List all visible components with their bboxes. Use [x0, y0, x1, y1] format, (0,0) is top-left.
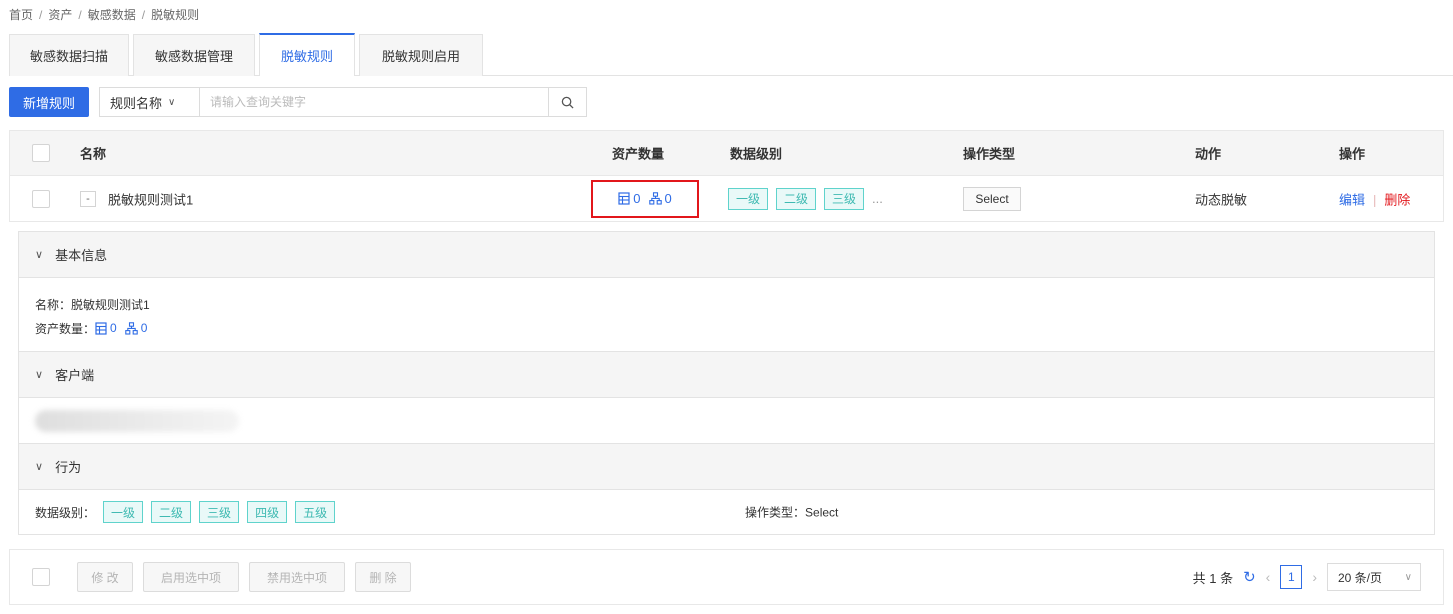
- behavior-op-type: 操作类型：Select: [745, 505, 839, 520]
- chevron-down-icon: ∨: [168, 96, 176, 108]
- chevron-down-icon: ∨: [35, 369, 44, 381]
- table-footer: 修 改 启用选中项 禁用选中项 删 除 共 1 条 ↻ ‹ 1 › 20 条/页…: [9, 549, 1444, 605]
- select-all-checkbox[interactable]: [32, 144, 50, 162]
- search-box: 规则名称 ∨: [99, 87, 587, 117]
- tab-bar: 敏感数据扫描 敏感数据管理 脱敏规则 脱敏规则启用: [9, 32, 1453, 76]
- footer-select-all-checkbox[interactable]: [32, 568, 50, 586]
- breadcrumb-current: 脱敏规则: [151, 8, 200, 22]
- batch-delete-button[interactable]: 删 除: [355, 562, 411, 592]
- rules-table: 名称 资产数量 数据级别 操作类型 动作 操作 - 脱敏规则测试1 0 0 一级…: [9, 130, 1444, 222]
- section-title: 行为: [55, 460, 82, 475]
- hierarchy-icon: [124, 321, 138, 335]
- toolbar: 新增规则 规则名称 ∨: [9, 87, 587, 117]
- hierarchy-icon: [648, 192, 662, 205]
- section-behavior-body: 数据级别： 一级 二级 三级 四级 五级 操作类型：Select: [19, 490, 1434, 534]
- tab-sensitive-data-scan[interactable]: 敏感数据扫描: [9, 34, 129, 76]
- section-basic-body: 名称： 脱敏规则测试1 资产数量： 0 0: [19, 278, 1434, 352]
- tab-masking-rules[interactable]: 脱敏规则: [259, 33, 355, 76]
- edit-button[interactable]: 编辑: [1339, 192, 1365, 207]
- more-levels[interactable]: ...: [872, 191, 883, 206]
- page-number-current[interactable]: 1: [1280, 565, 1303, 589]
- breadcrumb-sensitive-data[interactable]: 敏感数据: [88, 8, 136, 22]
- chevron-down-icon: ∨: [35, 249, 44, 261]
- db-count-link[interactable]: 0: [648, 191, 672, 206]
- level-tag: 四级: [247, 501, 288, 523]
- chevron-down-icon: ∨: [1404, 571, 1412, 583]
- col-name: 名称: [80, 146, 107, 162]
- level-tag: 一级: [103, 501, 144, 523]
- prev-page-icon[interactable]: ‹: [1266, 569, 1271, 585]
- action-value: 动态脱敏: [1195, 192, 1248, 207]
- batch-disable-button[interactable]: 禁用选中项: [249, 562, 345, 592]
- row-collapse-toggle[interactable]: -: [80, 190, 96, 207]
- data-level-tags: 一级 二级 三级 ...: [728, 187, 883, 210]
- behavior-levels: 数据级别： 一级 二级 三级 四级 五级: [35, 501, 336, 523]
- table-row: - 脱敏规则测试1 0 0 一级 二级 三级 ... Select 动态脱敏 编…: [9, 176, 1444, 222]
- col-asset-count: 资产数量: [612, 146, 665, 162]
- table-header: 名称 资产数量 数据级别 操作类型 动作 操作: [9, 130, 1444, 176]
- level-tag: 三级: [824, 187, 865, 210]
- col-operations: 操作: [1339, 146, 1366, 162]
- col-data-level: 数据级别: [730, 146, 783, 162]
- section-basic-header[interactable]: ∨ 基本信息: [19, 232, 1434, 278]
- table-icon: [618, 192, 630, 205]
- search-input[interactable]: [200, 88, 548, 116]
- add-rule-button[interactable]: 新增规则: [9, 87, 89, 117]
- tab-masking-rules-enable[interactable]: 脱敏规则启用: [359, 34, 483, 76]
- op-divider: |: [1373, 192, 1377, 207]
- delete-button[interactable]: 删除: [1384, 192, 1410, 207]
- detail-name-value: 脱敏规则测试1: [71, 297, 150, 312]
- refresh-icon[interactable]: ↻: [1243, 568, 1256, 586]
- tab-sensitive-data-manage[interactable]: 敏感数据管理: [133, 34, 255, 76]
- op-type-badge: Select: [963, 186, 1021, 211]
- search-field-select[interactable]: 规则名称 ∨: [100, 88, 200, 116]
- batch-edit-button[interactable]: 修 改: [77, 562, 133, 592]
- row-operations: 编辑 | 删除: [1339, 189, 1410, 208]
- chevron-down-icon: ∨: [35, 461, 44, 473]
- search-field-label: 规则名称: [110, 95, 163, 111]
- level-tag: 二级: [776, 187, 817, 210]
- breadcrumb-home[interactable]: 首页: [9, 8, 33, 22]
- page-size-select[interactable]: 20 条/页 ∨: [1327, 563, 1421, 591]
- section-client-header[interactable]: ∨ 客户端: [19, 352, 1434, 398]
- asset-count-cell: 0 0: [591, 179, 699, 218]
- search-button[interactable]: [548, 88, 586, 116]
- next-page-icon[interactable]: ›: [1312, 569, 1317, 585]
- redacted-client-info: [35, 409, 239, 432]
- detail-count-line: 资产数量： 0 0: [35, 321, 148, 336]
- table-count-link[interactable]: 0: [618, 191, 641, 206]
- behavior-op-value: Select: [805, 505, 839, 520]
- breadcrumb: 首页 / 资产 / 敏感数据 / 脱敏规则: [9, 8, 200, 22]
- section-title: 客户端: [55, 368, 95, 383]
- total-count: 共 1 条: [1192, 570, 1234, 586]
- section-behavior-header[interactable]: ∨ 行为: [19, 444, 1434, 490]
- breadcrumb-assets[interactable]: 资产: [48, 8, 72, 22]
- table-icon: [95, 321, 107, 335]
- level-tag: 五级: [295, 501, 336, 523]
- level-tag: 三级: [199, 501, 240, 523]
- level-tag: 一级: [728, 187, 769, 210]
- pagination: 共 1 条 ↻ ‹ 1 › 20 条/页 ∨: [1193, 563, 1421, 591]
- row-checkbox[interactable]: [32, 189, 50, 208]
- row-detail-panel: ∨ 基本信息 名称： 脱敏规则测试1 资产数量： 0 0 ∨ 客户端 ∨ 行为 数: [18, 231, 1435, 535]
- section-client-body: [19, 398, 1434, 444]
- detail-db-count-link[interactable]: 0: [124, 321, 147, 335]
- batch-enable-button[interactable]: 启用选中项: [143, 562, 239, 592]
- section-title: 基本信息: [55, 248, 108, 263]
- detail-name-line: 名称： 脱敏规则测试1: [35, 297, 150, 312]
- col-op-type: 操作类型: [963, 146, 1016, 162]
- col-action: 动作: [1195, 146, 1222, 162]
- detail-table-count-link[interactable]: 0: [95, 321, 117, 335]
- search-icon: [561, 96, 574, 109]
- rule-name: 脱敏规则测试1: [108, 192, 194, 207]
- level-tag: 二级: [151, 501, 192, 523]
